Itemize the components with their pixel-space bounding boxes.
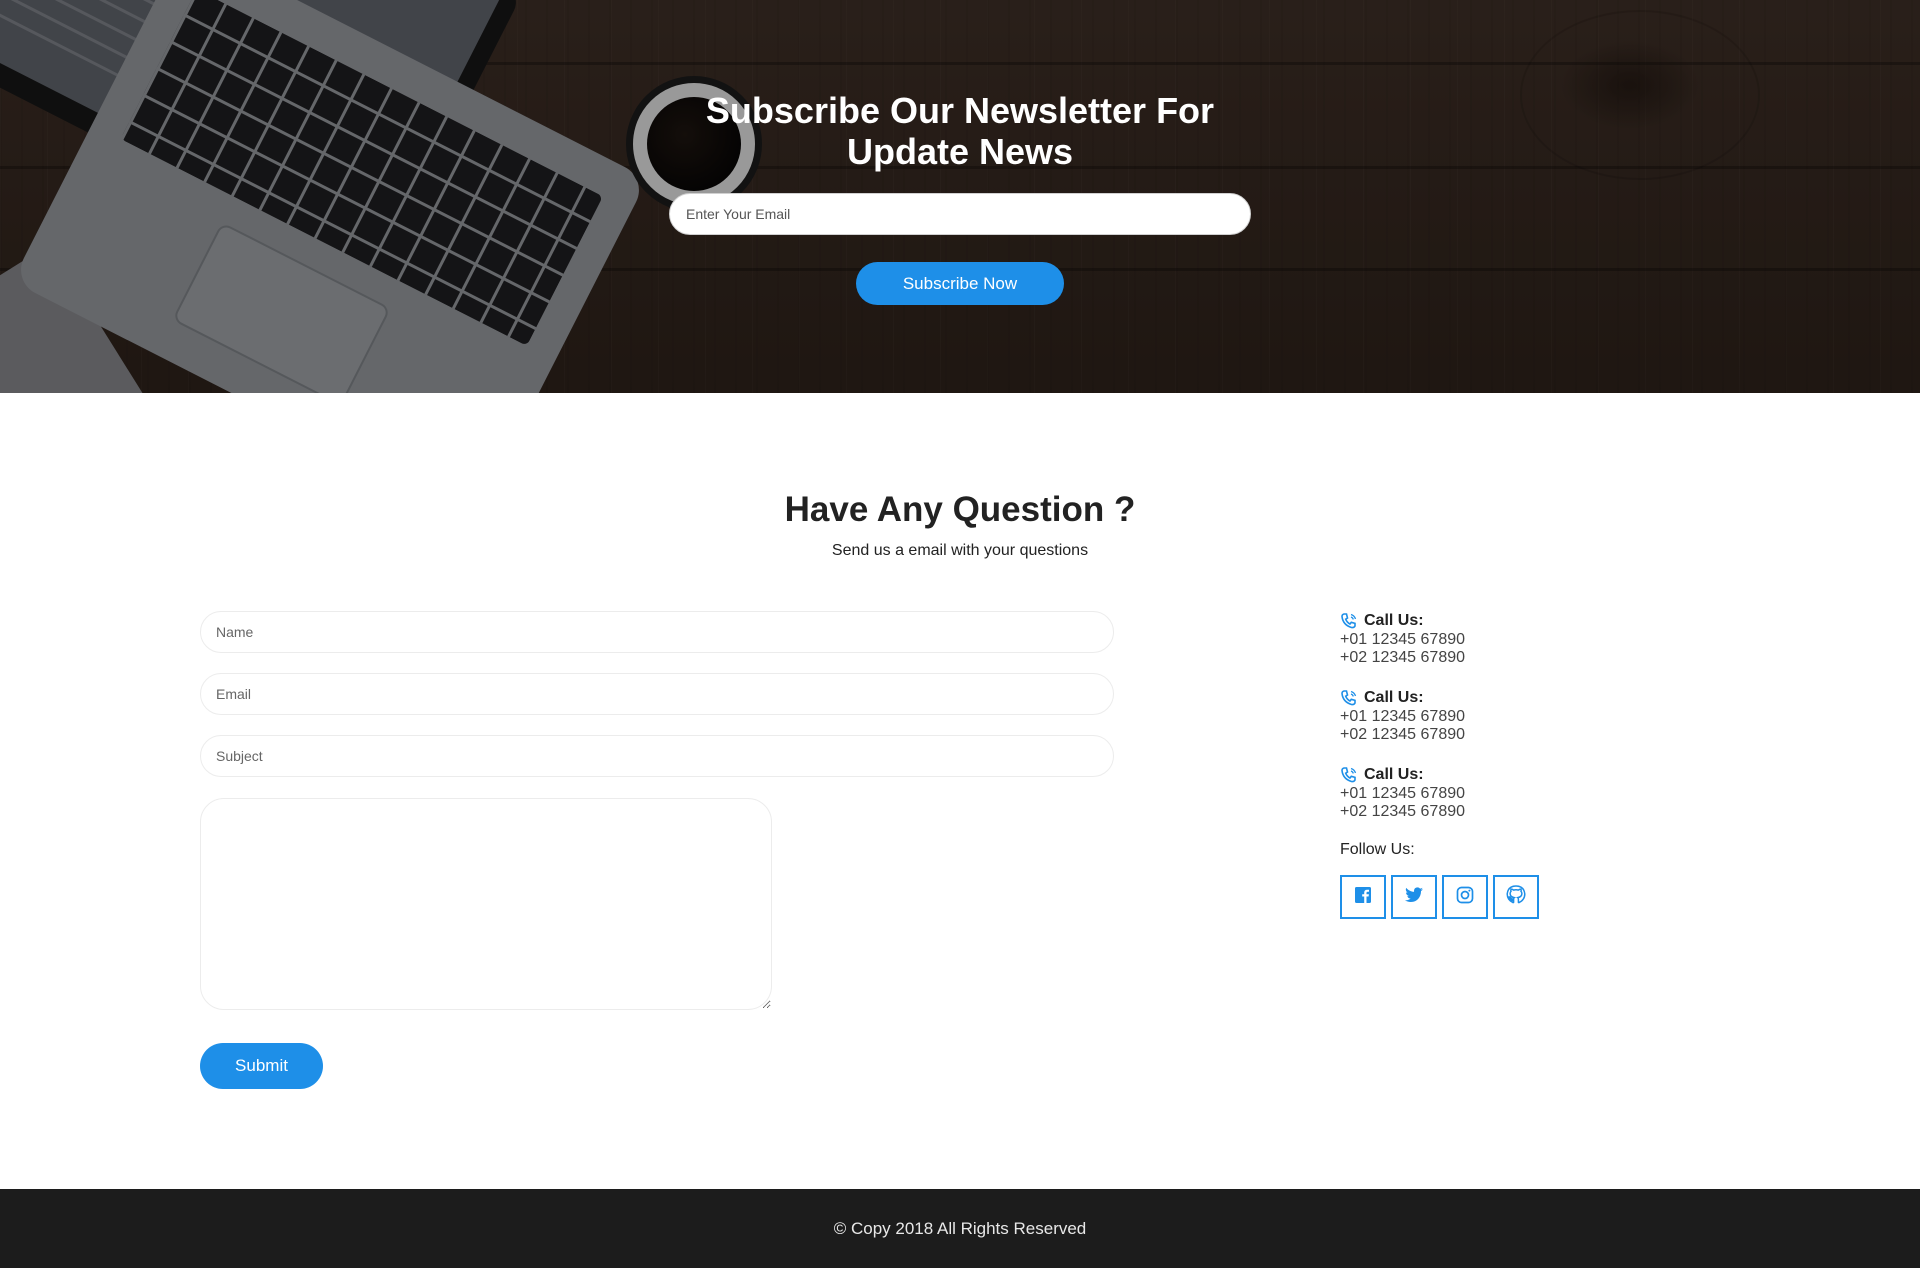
- newsletter-title: Subscribe Our Newsletter For Update News: [705, 90, 1215, 172]
- subject-field[interactable]: [200, 735, 1114, 777]
- social-links: [1340, 875, 1539, 919]
- submit-button[interactable]: Submit: [200, 1043, 323, 1089]
- phone-number: +01 12345 67890: [1340, 785, 1466, 802]
- phone-icon: [1340, 689, 1358, 707]
- call-us-label: Call Us:: [1364, 612, 1424, 629]
- footer: © Copy 2018 All Rights Reserved: [0, 1189, 1920, 1268]
- call-us-label: Call Us:: [1364, 766, 1424, 783]
- info-heading: Call Us:: [1340, 611, 1660, 631]
- message-textarea[interactable]: [200, 798, 772, 1010]
- subscribe-now-button[interactable]: Subscribe Now: [856, 262, 1064, 305]
- facebook-link[interactable]: [1340, 875, 1386, 919]
- facebook-icon: [1354, 886, 1372, 909]
- github-link[interactable]: [1493, 875, 1539, 919]
- twitter-link[interactable]: [1391, 875, 1437, 919]
- copyright-text: © Copy 2018 All Rights Reserved: [833, 1218, 1087, 1238]
- phone-number: +02 12345 67890: [1340, 803, 1466, 820]
- twitter-icon: [1404, 886, 1424, 909]
- info-heading: Call Us:: [1340, 688, 1660, 708]
- name-field[interactable]: [200, 611, 1114, 653]
- phone-icon: [1340, 612, 1358, 630]
- contact-info-block: Call Us: +01 12345 67890 +02 12345 67890: [1340, 611, 1660, 667]
- newsletter-hero: Subscribe Our Newsletter For Update News…: [0, 0, 1920, 393]
- follow-us-label: Follow Us:: [1340, 841, 1415, 858]
- email-field[interactable]: [200, 673, 1114, 715]
- instagram-link[interactable]: [1442, 875, 1488, 919]
- phone-number: +02 12345 67890: [1340, 649, 1466, 666]
- instagram-icon: [1456, 886, 1474, 909]
- phone-number: +01 12345 67890: [1340, 708, 1466, 725]
- info-heading: Call Us:: [1340, 765, 1660, 785]
- phone-icon: [1340, 766, 1358, 784]
- contact-info-block: Call Us: +01 12345 67890 +02 12345 67890: [1340, 688, 1660, 744]
- phone-number: +01 12345 67890: [1340, 631, 1466, 648]
- contact-subtitle: Send us a email with your questions: [831, 542, 1089, 559]
- contact-info-block: Call Us: +01 12345 67890 +02 12345 67890: [1340, 765, 1660, 821]
- call-us-label: Call Us:: [1364, 689, 1424, 706]
- contact-title: Have Any Question ?: [784, 490, 1136, 529]
- phone-number: +02 12345 67890: [1340, 726, 1466, 743]
- github-icon: [1506, 884, 1526, 910]
- newsletter-email-input[interactable]: [669, 193, 1251, 235]
